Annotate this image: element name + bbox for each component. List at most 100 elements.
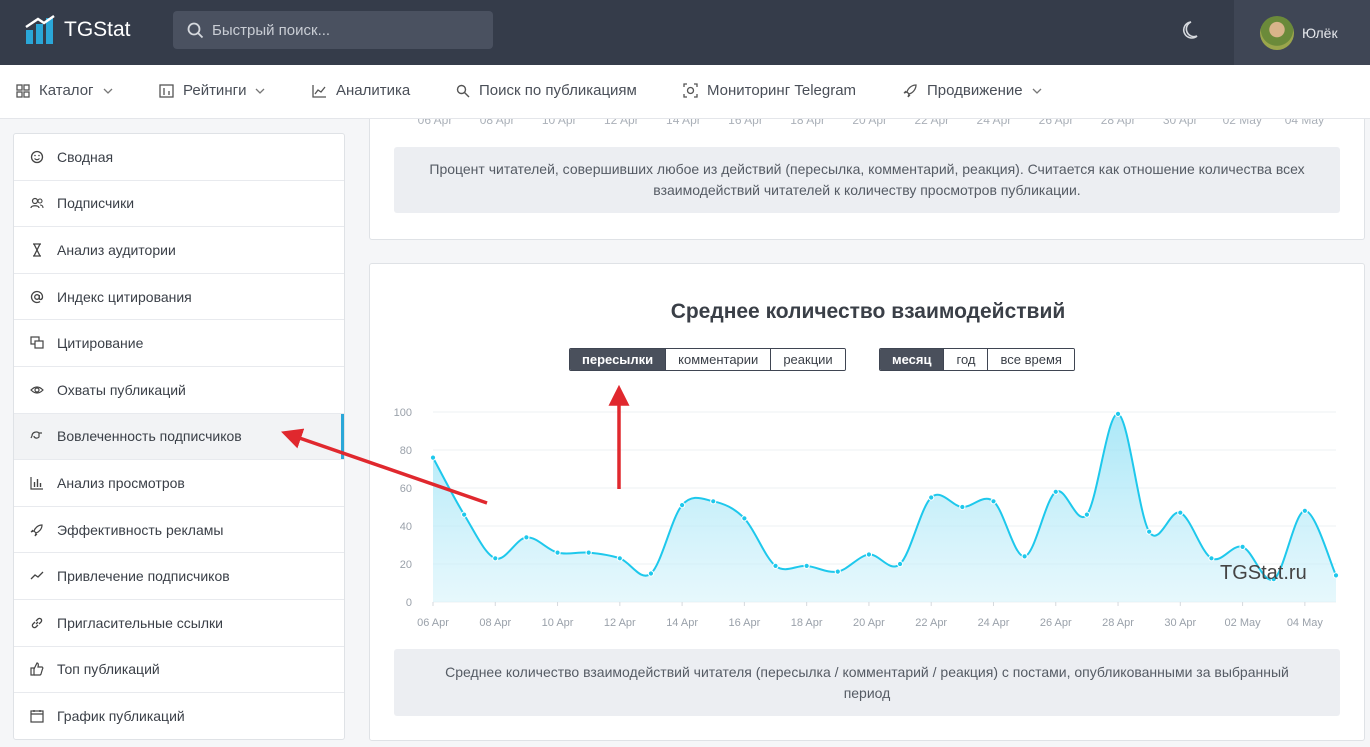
link-icon — [31, 617, 43, 628]
sidebar-item-label: Анализ просмотров — [57, 474, 185, 491]
search-icon — [187, 22, 204, 38]
data-point — [1021, 553, 1028, 560]
main-nav: Каталог Рейтинги Аналитика Поиск по публ… — [0, 65, 1370, 119]
top-x-tick-label: 08 Apr — [479, 119, 515, 127]
sidebar-item-label: Эффективность рекламы — [57, 521, 224, 538]
nav-catalog[interactable]: Каталог — [16, 82, 122, 99]
data-point — [1114, 410, 1122, 417]
sidebar-item-acquisition[interactable]: Привлечение подписчиков — [14, 553, 344, 600]
sidebar-item-views-analysis[interactable]: Анализ просмотров — [14, 460, 344, 507]
sidebar-item-audience[interactable]: Анализ аудитории — [14, 227, 344, 274]
app-name: TGStat — [64, 18, 131, 41]
top-x-tick-label: 02 May — [1222, 119, 1262, 127]
top-x-tick-label: 10 Apr — [541, 119, 577, 127]
reactions-button[interactable]: реакции — [770, 349, 845, 370]
search-input[interactable]: Быстрый поиск... — [173, 11, 493, 49]
nav-monitoring[interactable]: Мониторинг Telegram — [683, 82, 856, 99]
sidebar-item-summary[interactable]: Сводная — [14, 134, 344, 181]
avg-interactions-card: Среднее количество взаимодействий пересы… — [369, 263, 1365, 741]
y-tick-label: 100 — [394, 407, 412, 419]
nav-ratings[interactable]: Рейтинги — [159, 82, 274, 99]
comments-button[interactable]: комментарии — [665, 349, 771, 370]
trend-icon — [30, 571, 44, 580]
y-tick-label: 40 — [400, 521, 412, 533]
nav-promotion[interactable]: Продвижение — [903, 82, 1051, 99]
sidebar: Сводная Подписчики Анализ аудитории Инде… — [13, 133, 345, 740]
data-point — [928, 494, 935, 501]
data-point — [1083, 511, 1090, 518]
theme-toggle-button[interactable] — [1182, 19, 1204, 46]
sidebar-item-schedule[interactable]: График публикаций — [14, 693, 344, 739]
y-tick-label: 20 — [400, 559, 412, 571]
logo[interactable]: TGStat — [24, 14, 131, 46]
eye-icon — [30, 386, 44, 394]
nav-label: Мониторинг Telegram — [707, 82, 857, 99]
sidebar-item-label: Анализ аудитории — [57, 241, 176, 258]
sidebar-item-reach[interactable]: Охваты публикаций — [14, 367, 344, 414]
data-point — [1208, 555, 1215, 562]
top-x-tick-label: 28 Apr — [1100, 119, 1136, 127]
data-point — [772, 562, 779, 569]
x-tick-label: 04 May — [1287, 617, 1324, 629]
nav-label: Каталог — [39, 82, 94, 99]
sidebar-item-label: Индекс цитирования — [57, 288, 192, 305]
engagement-rate-description: Процент читателей, совершивших любое из … — [394, 147, 1340, 213]
y-tick-label: 80 — [400, 445, 412, 457]
data-point — [647, 570, 655, 577]
data-point — [523, 534, 530, 541]
data-point — [741, 515, 748, 522]
year-button[interactable]: год — [943, 349, 988, 370]
data-point — [679, 502, 686, 509]
engagement-rate-card: 06 Apr 08 Apr 10 Apr 12 Apr 14 Apr 16 Apr 18 A… — [369, 119, 1365, 240]
all-time-button[interactable]: все время — [987, 349, 1074, 370]
data-point — [554, 549, 561, 556]
avg-interactions-chart: 0 20 40 60 80 100 06 Apr 08 Apr 10 Apr 12 Apr 14 A… — [394, 407, 1340, 629]
sidebar-item-label: Вовлеченность подписчиков — [57, 428, 242, 445]
forwards-button[interactable]: пересылки — [570, 349, 666, 370]
top-x-tick-label: 18 Apr — [790, 119, 825, 127]
nav-analytics[interactable]: Аналитика — [312, 82, 410, 99]
user-menu[interactable]: Юлёк — [1234, 0, 1370, 65]
users-icon — [30, 198, 44, 209]
interaction-type-toggle: пересылки комментарии реакции — [569, 348, 846, 371]
top-chart-x-axis: 06 Apr 08 Apr 10 Apr 12 Apr 14 Apr 16 Apr 18 A… — [370, 119, 1366, 133]
sidebar-item-label: Привлечение подписчиков — [57, 568, 230, 585]
x-tick-label: 26 Apr — [1040, 617, 1072, 629]
sidebar-item-label: Сводная — [57, 148, 114, 165]
target-icon — [683, 83, 698, 98]
top-x-tick-label: 22 Apr — [914, 119, 950, 127]
at-icon — [30, 290, 44, 303]
x-tick-label: 28 Apr — [1102, 617, 1134, 629]
data-point — [803, 562, 810, 569]
quote-icon — [30, 336, 44, 349]
x-tick-label: 14 Apr — [666, 617, 698, 629]
data-point — [1301, 507, 1308, 514]
sidebar-item-invite-links[interactable]: Пригласительные ссылки — [14, 600, 344, 647]
search-icon — [456, 84, 470, 97]
x-tick-label: 22 Apr — [915, 617, 947, 629]
nav-post-search[interactable]: Поиск по публикациям — [456, 82, 637, 99]
month-button[interactable]: месяц — [880, 349, 944, 370]
x-tick-label: 10 Apr — [542, 617, 574, 629]
x-tick-label: 06 Apr — [417, 617, 449, 629]
top-x-tick-label: 20 Apr — [852, 119, 888, 127]
y-tick-label: 0 — [406, 597, 412, 609]
chart-title: Среднее количество взаимодействий — [670, 300, 1066, 323]
sidebar-item-citation[interactable]: Цитирование — [14, 320, 344, 367]
top-x-tick-label: 24 Apr — [976, 119, 1012, 127]
x-tick-label: 30 Apr — [1164, 617, 1196, 629]
x-tick-label: 20 Apr — [853, 617, 885, 629]
sidebar-item-ad-efficiency[interactable]: Эффективность рекламы — [14, 507, 344, 554]
calendar-icon — [30, 710, 44, 724]
top-x-tick-label: 16 Apr — [728, 119, 763, 127]
sidebar-item-label: Топ публикаций — [57, 661, 160, 678]
series-area — [433, 413, 1336, 602]
sidebar-item-citation-index[interactable]: Индекс цитирования — [14, 274, 344, 321]
sidebar-item-engagement[interactable]: Вовлеченность подписчиков — [14, 413, 344, 461]
data-point — [1146, 528, 1153, 535]
sidebar-item-top-posts[interactable]: Топ публикаций — [14, 647, 344, 694]
nav-label: Аналитика — [336, 82, 411, 99]
data-point — [1332, 572, 1340, 579]
sidebar-item-subscribers[interactable]: Подписчики — [14, 181, 344, 228]
bar-chart-icon — [30, 476, 43, 490]
